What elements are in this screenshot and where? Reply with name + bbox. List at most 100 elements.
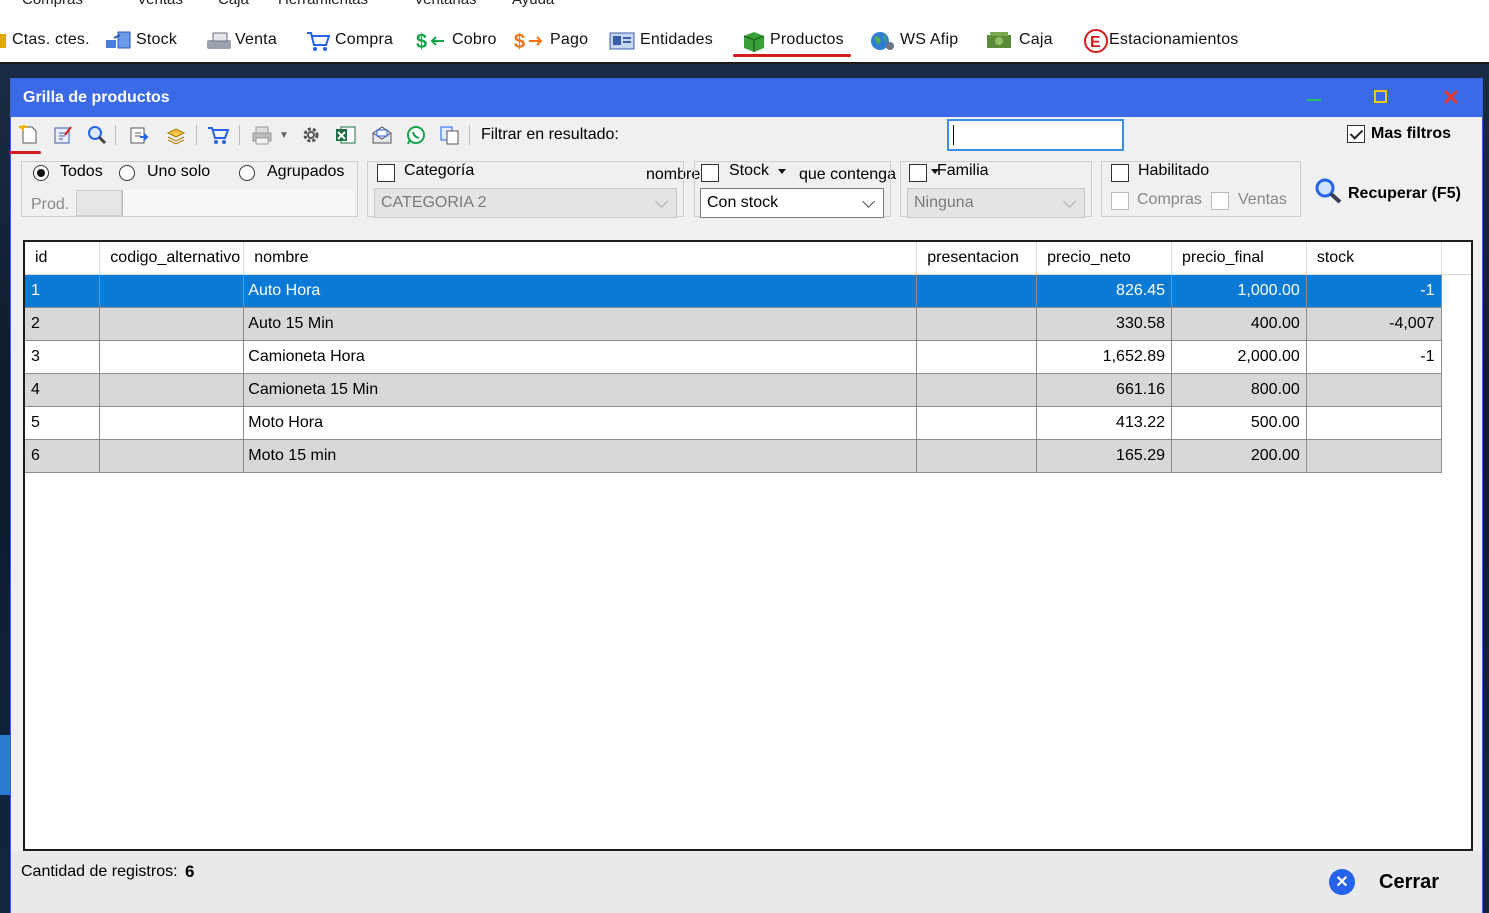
cell-precio-neto[interactable]: 826.45 — [1036, 274, 1172, 308]
prod-name-input[interactable] — [122, 190, 354, 216]
cell-nombre[interactable]: Camioneta 15 Min — [243, 373, 918, 407]
toolbar-caja[interactable]: Caja — [985, 29, 1053, 51]
stock-checkbox[interactable] — [701, 164, 719, 182]
filter-search-input[interactable] — [947, 119, 1124, 151]
print-dropdown-icon[interactable]: ▼ — [279, 130, 299, 150]
maximize-button[interactable] — [1369, 85, 1397, 111]
recuperar-button[interactable]: Recuperar (F5) — [1314, 177, 1461, 210]
cell-nombre[interactable]: Moto 15 min — [243, 439, 918, 473]
prod-code-input[interactable] — [76, 190, 122, 216]
cell-id[interactable]: 4 — [25, 373, 101, 407]
stock-select[interactable]: Con stock — [700, 188, 884, 218]
cell-precio-final[interactable]: 800.00 — [1171, 373, 1307, 407]
cell-codigo-alternativo[interactable] — [99, 307, 245, 341]
cell-precio-final[interactable]: 2,000.00 — [1171, 340, 1307, 374]
col-header-nombre[interactable]: nombre — [243, 242, 918, 275]
export-icon[interactable] — [129, 125, 149, 145]
cell-stock[interactable]: -4,007 — [1306, 307, 1442, 341]
mas-filtros-checkbox[interactable] — [1347, 125, 1365, 143]
col-header-codigo-alternativo[interactable]: codigo_alternativo — [99, 242, 245, 275]
ventas-checkbox[interactable] — [1211, 192, 1229, 210]
window-titlebar[interactable]: Grilla de productos ✕ — [11, 79, 1482, 117]
cell-stock[interactable] — [1306, 373, 1442, 407]
copy-icon[interactable] — [439, 125, 459, 145]
table-row[interactable]: 6 Moto 15 min 165.29 200.00 — [25, 439, 1471, 473]
cell-id[interactable]: 5 — [25, 406, 101, 440]
cell-nombre[interactable]: Auto Hora — [243, 274, 918, 308]
cell-id[interactable]: 1 — [25, 274, 101, 308]
cell-stock[interactable]: -1 — [1306, 340, 1442, 374]
cell-codigo-alternativo[interactable] — [99, 340, 245, 374]
cell-id[interactable]: 6 — [25, 439, 101, 473]
close-window-button[interactable]: ✕ — [1437, 85, 1465, 111]
categoria-select[interactable]: CATEGORIA 2 — [374, 188, 677, 218]
cell-codigo-alternativo[interactable] — [99, 274, 245, 308]
col-header-presentacion[interactable]: presentacion — [916, 242, 1038, 275]
categoria-checkbox[interactable] — [377, 164, 395, 182]
table-row[interactable]: 1 Auto Hora 826.45 1,000.00 -1 — [25, 274, 1471, 308]
cell-precio-neto[interactable]: 661.16 — [1036, 373, 1172, 407]
cell-presentacion[interactable] — [916, 274, 1038, 308]
radio-todos[interactable] — [33, 165, 49, 181]
minimize-button[interactable] — [1301, 85, 1329, 111]
cell-precio-final[interactable]: 400.00 — [1171, 307, 1307, 341]
toolbar-pago[interactable]: $ Pago — [514, 29, 588, 53]
table-row[interactable]: 3 Camioneta Hora 1,652.89 2,000.00 -1 — [25, 340, 1471, 374]
cell-codigo-alternativo[interactable] — [99, 406, 245, 440]
cell-presentacion[interactable] — [916, 439, 1038, 473]
compras-checkbox[interactable] — [1111, 192, 1129, 210]
cell-stock[interactable] — [1306, 439, 1442, 473]
stack-icon[interactable] — [165, 125, 186, 145]
mail-icon[interactable] — [371, 125, 392, 145]
radio-agrupados[interactable] — [239, 165, 255, 181]
cell-precio-final[interactable]: 200.00 — [1171, 439, 1307, 473]
cell-nombre[interactable]: Moto Hora — [243, 406, 918, 440]
cell-precio-neto[interactable]: 1,652.89 — [1036, 340, 1172, 374]
col-header-id[interactable]: id — [25, 242, 101, 275]
menu-ayuda[interactable]: Ayuda — [512, 0, 554, 8]
excel-icon[interactable] — [335, 125, 356, 145]
mas-filtros-toggle[interactable]: Mas filtros — [1347, 125, 1451, 143]
menu-compras[interactable]: Compras — [22, 0, 83, 8]
menu-ventas[interactable]: Ventas — [137, 0, 183, 8]
familia-select[interactable]: Ninguna — [907, 188, 1085, 218]
print-icon[interactable] — [251, 125, 272, 145]
cell-presentacion[interactable] — [916, 340, 1038, 374]
whatsapp-icon[interactable] — [405, 125, 425, 145]
cell-precio-neto[interactable]: 330.58 — [1036, 307, 1172, 341]
menu-herramientas[interactable]: Herramientas — [278, 0, 368, 8]
toolbar-venta[interactable]: Venta — [205, 29, 277, 51]
search-icon[interactable] — [87, 125, 107, 145]
radio-uno-solo[interactable] — [119, 165, 135, 181]
products-grid[interactable]: id codigo_alternativo nombre presentacio… — [23, 240, 1473, 851]
new-icon[interactable] — [19, 124, 39, 145]
col-header-precio-final[interactable]: precio_final — [1171, 242, 1307, 275]
col-header-precio-neto[interactable]: precio_neto — [1036, 242, 1172, 275]
toolbar-ctas-ctes[interactable]: Ctas. ctes. — [0, 29, 90, 51]
habilitado-checkbox[interactable] — [1111, 164, 1129, 182]
toolbar-ws-afip[interactable]: WS Afip — [868, 29, 958, 51]
cell-presentacion[interactable] — [916, 406, 1038, 440]
cell-presentacion[interactable] — [916, 307, 1038, 341]
familia-checkbox[interactable] — [909, 164, 927, 182]
cell-precio-final[interactable]: 1,000.00 — [1171, 274, 1307, 308]
cell-precio-neto[interactable]: 413.22 — [1036, 406, 1172, 440]
cell-nombre[interactable]: Auto 15 Min — [243, 307, 918, 341]
cerrar-button[interactable]: ✕ Cerrar — [1329, 869, 1439, 895]
table-row[interactable]: 4 Camioneta 15 Min 661.16 800.00 — [25, 373, 1471, 407]
toolbar-productos[interactable]: Productos — [740, 29, 844, 52]
cell-id[interactable]: 2 — [25, 307, 101, 341]
cell-codigo-alternativo[interactable] — [99, 373, 245, 407]
toolbar-compra[interactable]: Compra — [305, 29, 393, 51]
cell-nombre[interactable]: Camioneta Hora — [243, 340, 918, 374]
table-row[interactable]: 5 Moto Hora 413.22 500.00 — [25, 406, 1471, 440]
cell-precio-final[interactable]: 500.00 — [1171, 406, 1307, 440]
cart-icon[interactable] — [207, 125, 230, 145]
settings-icon[interactable] — [301, 125, 321, 145]
toolbar-entidades[interactable]: Entidades — [608, 29, 713, 51]
toolbar-estacionamientos[interactable]: E Estacionamientos — [1083, 29, 1239, 53]
cell-stock[interactable] — [1306, 406, 1442, 440]
menu-caja[interactable]: Caja — [218, 0, 249, 8]
edit-icon[interactable] — [53, 125, 73, 145]
cell-precio-neto[interactable]: 165.29 — [1036, 439, 1172, 473]
